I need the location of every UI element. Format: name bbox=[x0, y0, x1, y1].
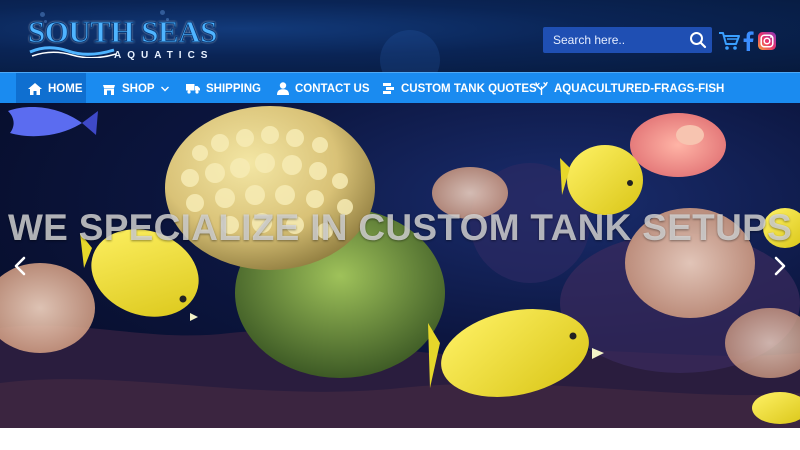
nav-item-custom-tank-quotes[interactable]: CUSTOM TANK QUOTES bbox=[382, 73, 537, 104]
nav-item-label: CONTACT US bbox=[295, 82, 370, 95]
logo-subtitle: AQUATICS bbox=[114, 50, 214, 61]
user-icon bbox=[277, 82, 289, 95]
bubble-decor bbox=[380, 30, 440, 72]
nav-item-contact-us[interactable]: CONTACT US bbox=[277, 73, 370, 104]
home-icon bbox=[28, 82, 42, 95]
nav-item-aquacultured-frags-fish[interactable]: AQUACULTURED-FRAGS-FISH bbox=[535, 73, 724, 104]
nav-item-label: SHIPPING bbox=[206, 82, 261, 95]
previous-slide-arrow-icon[interactable] bbox=[12, 255, 28, 277]
search-icon[interactable] bbox=[689, 31, 707, 49]
main-navigation: HOME SHOP SHIPPING CONTACT US CUSTOM TAN… bbox=[0, 72, 800, 104]
logo-wave-icon bbox=[29, 46, 117, 58]
coral-icon bbox=[535, 82, 548, 95]
nav-item-label: CUSTOM TANK QUOTES bbox=[401, 82, 537, 95]
search-input[interactable] bbox=[543, 27, 683, 53]
next-slide-arrow-icon[interactable] bbox=[772, 255, 788, 277]
hero-title: WE SPECIALIZE IN CUSTOM TANK SETUPS bbox=[7, 207, 793, 248]
nav-item-label: SHOP bbox=[122, 82, 155, 95]
shop-icon bbox=[103, 84, 115, 95]
hero-slider: WE SPECIALIZE IN CUSTOM TANK SETUPS bbox=[0, 103, 800, 428]
facebook-icon[interactable] bbox=[742, 31, 754, 51]
nav-item-shipping[interactable]: SHIPPING bbox=[186, 73, 261, 104]
truck-icon bbox=[186, 84, 200, 94]
nav-item-label: HOME bbox=[48, 82, 83, 95]
aquarium-photo bbox=[0, 106, 800, 428]
quote-icon bbox=[383, 83, 394, 94]
nav-item-home[interactable]: HOME bbox=[16, 73, 86, 104]
nav-item-label: AQUACULTURED-FRAGS-FISH bbox=[554, 82, 725, 95]
search-bar bbox=[543, 27, 712, 53]
nav-item-shop[interactable]: SHOP bbox=[102, 73, 170, 104]
site-header: SOUTH SEAS AQUATICS bbox=[0, 0, 800, 72]
instagram-icon[interactable] bbox=[758, 32, 776, 50]
page-content-area bbox=[0, 428, 800, 450]
chevron-down-icon bbox=[160, 86, 169, 91]
cart-icon[interactable] bbox=[718, 31, 740, 51]
site-logo[interactable]: SOUTH SEAS AQUATICS bbox=[28, 14, 238, 64]
